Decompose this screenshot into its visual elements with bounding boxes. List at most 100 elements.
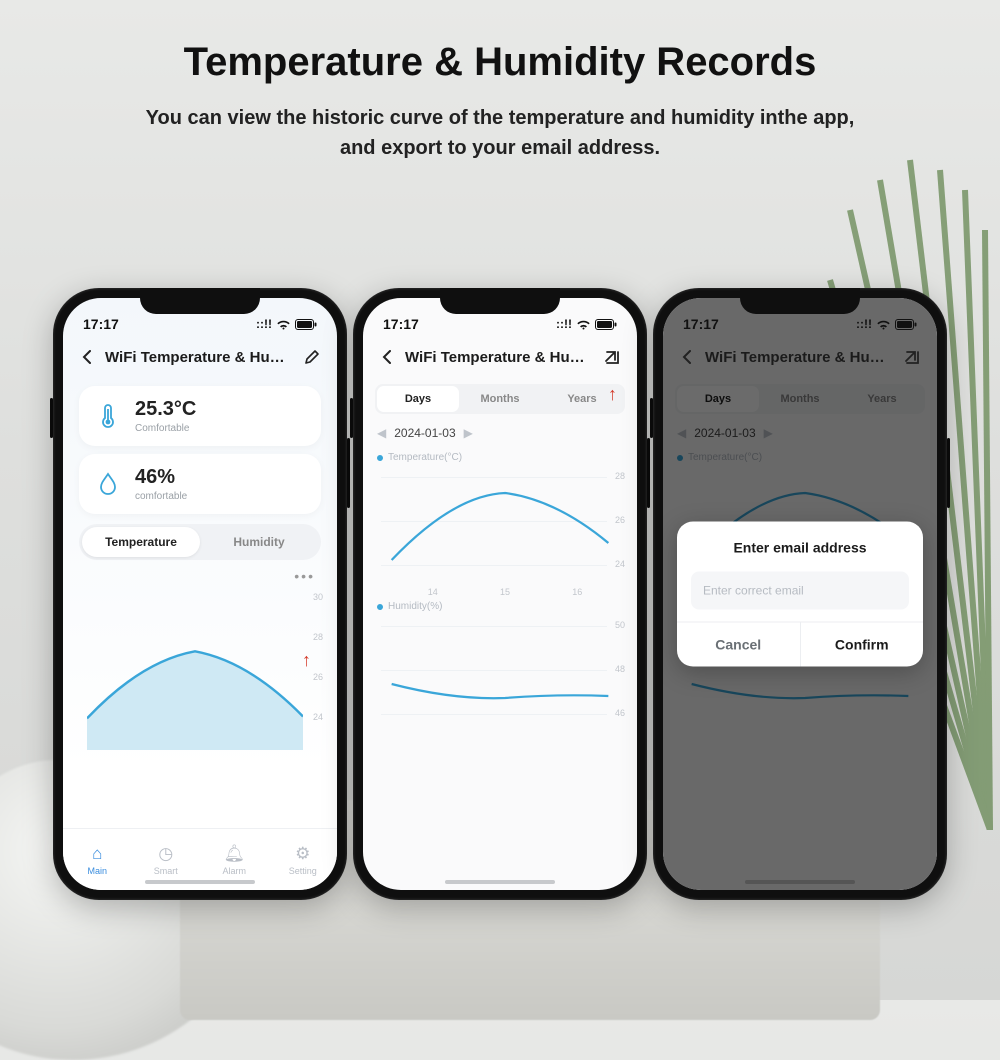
- temperature-value: 25.3°C: [135, 398, 196, 421]
- battery-icon: [295, 319, 317, 330]
- metric-toggle: Temperature Humidity: [79, 524, 321, 560]
- notch: [140, 288, 260, 314]
- battery-icon: [595, 319, 617, 330]
- range-months[interactable]: Months: [759, 386, 841, 412]
- tab-label: Smart: [154, 866, 178, 876]
- selected-date: 2024-01-03: [694, 426, 755, 440]
- home-icon: ⌂: [92, 844, 102, 864]
- modal-title: Enter email address: [677, 522, 923, 570]
- date-next-button[interactable]: ▶: [764, 426, 773, 440]
- date-picker-row[interactable]: ◀ 2024-01-03 ▶: [663, 420, 937, 446]
- callout-arrow-icon: ↑: [608, 384, 617, 405]
- wifi-icon: [576, 319, 591, 330]
- temperature-card[interactable]: 25.3°C Comfortable: [79, 386, 321, 446]
- page-title: WiFi Temperature & Humidit...: [399, 349, 601, 366]
- nav-bar: WiFi Temperature & Humidit...: [663, 338, 937, 378]
- battery-icon: [895, 319, 917, 330]
- promo-subtitle: You can view the historic curve of the t…: [140, 85, 860, 163]
- section-label-temperature: Temperature(°C): [663, 446, 937, 465]
- cellular-icon: ::!!: [856, 317, 872, 331]
- chevron-left-icon: [681, 350, 695, 364]
- section-label-humidity: Humidity(%): [363, 595, 637, 614]
- date-prev-button[interactable]: ◀: [677, 426, 686, 440]
- gear-icon: ⚙: [295, 844, 310, 864]
- tab-label: Setting: [289, 866, 317, 876]
- series-dot-icon: [677, 455, 683, 461]
- tab-label: Alarm: [222, 866, 246, 876]
- phone-frame-3: 17:17 ::!! WiFi Temperature & Humidit...…: [653, 288, 947, 900]
- section-label-temperature: Temperature(°C): [363, 446, 637, 465]
- cellular-icon: ::!!: [256, 317, 272, 331]
- screen-history: 17:17 ::!! WiFi Temperature & Humidit...…: [363, 298, 637, 890]
- tab-humidity[interactable]: Humidity: [200, 527, 318, 557]
- wifi-icon: [876, 319, 891, 330]
- export-icon: [903, 348, 921, 366]
- notch: [740, 288, 860, 314]
- range-days[interactable]: Days: [677, 386, 759, 412]
- nav-bar: WiFi Temperature & Humidit...: [363, 338, 637, 378]
- range-toggle: Days Months Years: [675, 384, 925, 414]
- chart-more-button[interactable]: •••: [63, 566, 337, 584]
- temperature-line-chart[interactable]: 28 26 24 14 15 16: [371, 465, 629, 595]
- temperature-status: Comfortable: [135, 423, 196, 434]
- export-button[interactable]: [901, 346, 923, 368]
- edit-button[interactable]: [301, 346, 323, 368]
- page-title: WiFi Temperature & Humidit...: [99, 349, 301, 366]
- status-time: 17:17: [683, 316, 719, 332]
- status-time: 17:17: [383, 316, 419, 332]
- ytick: 30: [313, 592, 323, 602]
- status-icons: ::!!: [556, 317, 617, 331]
- tab-main[interactable]: ⌂ Main: [63, 829, 132, 890]
- bell-icon: 🔔︎: [223, 844, 245, 864]
- humidity-card[interactable]: 46% comfortable: [79, 454, 321, 514]
- ytick: 26: [313, 672, 323, 682]
- date-next-button[interactable]: ▶: [464, 426, 473, 440]
- email-input[interactable]: [691, 572, 909, 610]
- status-icons: ::!!: [256, 317, 317, 331]
- droplet-icon: [93, 469, 123, 499]
- date-picker-row[interactable]: ◀ 2024-01-03 ▶: [363, 420, 637, 446]
- range-years[interactable]: Years: [841, 386, 923, 412]
- home-indicator: [445, 880, 555, 884]
- back-button[interactable]: [77, 346, 99, 368]
- home-indicator: [145, 880, 255, 884]
- phone-frame-1: 17:17 ::!! WiFi Temperature & Humidit...: [53, 288, 347, 900]
- back-button[interactable]: [377, 346, 399, 368]
- export-button[interactable]: [601, 346, 623, 368]
- nav-bar: WiFi Temperature & Humidit...: [63, 338, 337, 378]
- cancel-button[interactable]: Cancel: [677, 623, 801, 667]
- page-title: WiFi Temperature & Humidit...: [699, 349, 901, 366]
- tab-temperature[interactable]: Temperature: [82, 527, 200, 557]
- promo-title: Temperature & Humidity Records: [0, 0, 1000, 85]
- chevron-left-icon: [381, 350, 395, 364]
- back-button[interactable]: [677, 346, 699, 368]
- xtick: 14: [428, 587, 438, 597]
- tab-label: Main: [87, 866, 107, 876]
- series-dot-icon: [377, 604, 383, 610]
- ytick: 24: [313, 712, 323, 722]
- xtick: 15: [500, 587, 510, 597]
- cellular-icon: ::!!: [556, 317, 572, 331]
- thermometer-icon: [93, 401, 123, 431]
- phone-frame-2: 17:17 ::!! WiFi Temperature & Humidit...…: [353, 288, 647, 900]
- temperature-area-chart[interactable]: 30 28 26 24: [73, 590, 327, 750]
- selected-date: 2024-01-03: [394, 426, 455, 440]
- range-months[interactable]: Months: [459, 386, 541, 412]
- export-icon: [603, 348, 621, 366]
- screen-export-modal: 17:17 ::!! WiFi Temperature & Humidit...…: [663, 298, 937, 890]
- range-days[interactable]: Days: [377, 386, 459, 412]
- humidity-status: comfortable: [135, 491, 187, 502]
- chevron-left-icon: [81, 350, 95, 364]
- notch: [440, 288, 560, 314]
- clock-icon: ◷: [158, 844, 173, 864]
- export-email-modal: Enter email address Cancel Confirm: [677, 522, 923, 667]
- callout-arrow-icon: ↑: [302, 650, 311, 671]
- tab-setting[interactable]: ⚙ Setting: [269, 829, 338, 890]
- status-icons: ::!!: [856, 317, 917, 331]
- xtick: 16: [572, 587, 582, 597]
- screen-main: 17:17 ::!! WiFi Temperature & Humidit...: [63, 298, 337, 890]
- confirm-button[interactable]: Confirm: [801, 623, 924, 667]
- humidity-line-chart[interactable]: 50 48 46: [371, 614, 629, 744]
- pencil-icon: [304, 349, 320, 365]
- date-prev-button[interactable]: ◀: [377, 426, 386, 440]
